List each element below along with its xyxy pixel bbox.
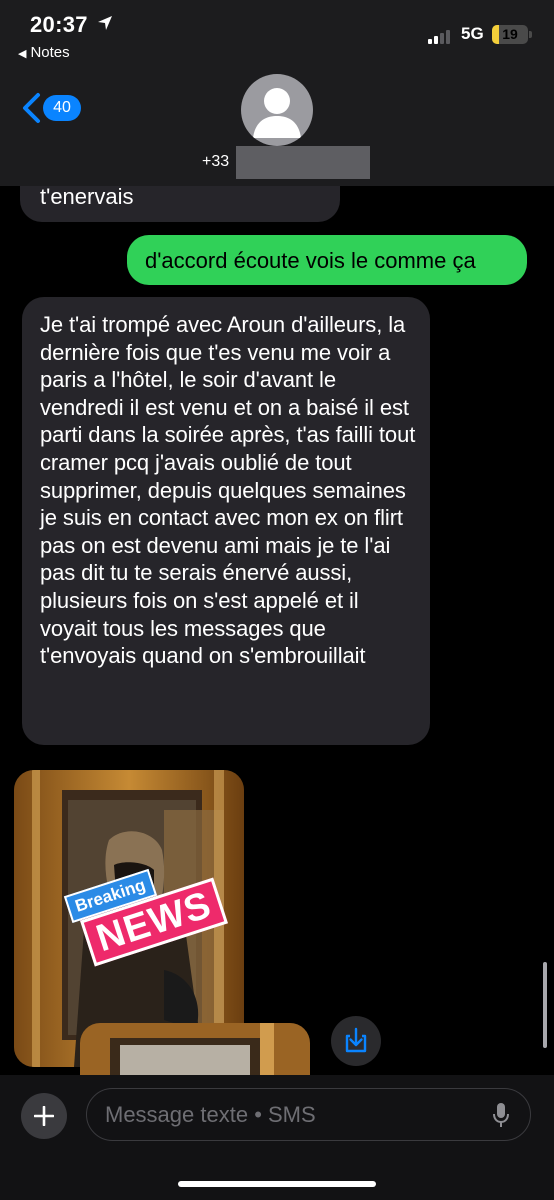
- back-app-label: Notes: [30, 44, 70, 61]
- network-type: 5G: [461, 24, 484, 43]
- microphone-icon[interactable]: [491, 1102, 511, 1128]
- back-unread-count[interactable]: 40: [43, 95, 81, 121]
- location-arrow-icon: [98, 16, 112, 30]
- person-icon: [253, 88, 301, 138]
- scroll-indicator[interactable]: [543, 962, 547, 1048]
- add-attachment-button[interactable]: [21, 1093, 67, 1139]
- home-indicator[interactable]: [178, 1181, 376, 1187]
- status-time: 20:37: [30, 12, 88, 37]
- message-input[interactable]: Message texte • SMS: [86, 1088, 531, 1141]
- message-incoming[interactable]: Je t'ai trompé avec Aroun d'ailleurs, la…: [22, 297, 430, 745]
- chevron-left-icon[interactable]: [20, 92, 44, 124]
- contact-avatar[interactable]: [241, 74, 313, 146]
- download-icon: [345, 1027, 367, 1053]
- back-to-app[interactable]: ◀ Notes: [18, 44, 70, 61]
- redacted-number-block: [236, 146, 370, 179]
- battery-tip: [529, 31, 532, 38]
- status-bar: 20:37 ◀ Notes 5G 19: [0, 0, 554, 70]
- messages-screen: 40 +33 20:37 ◀ Notes 5G 19 t'enervais d'…: [0, 0, 554, 1200]
- cellular-signal-icon: [428, 30, 454, 44]
- contact-number[interactable]: +33: [202, 153, 229, 171]
- message-outgoing[interactable]: d'accord écoute vois le comme ça: [127, 235, 527, 285]
- plus-icon: [34, 1106, 54, 1126]
- save-photo-button[interactable]: [331, 1016, 381, 1066]
- message-input-placeholder: Message texte • SMS: [105, 1102, 316, 1127]
- back-triangle-icon: ◀: [18, 48, 27, 60]
- battery-level: 19: [502, 26, 518, 42]
- battery-icon: 19: [492, 25, 528, 44]
